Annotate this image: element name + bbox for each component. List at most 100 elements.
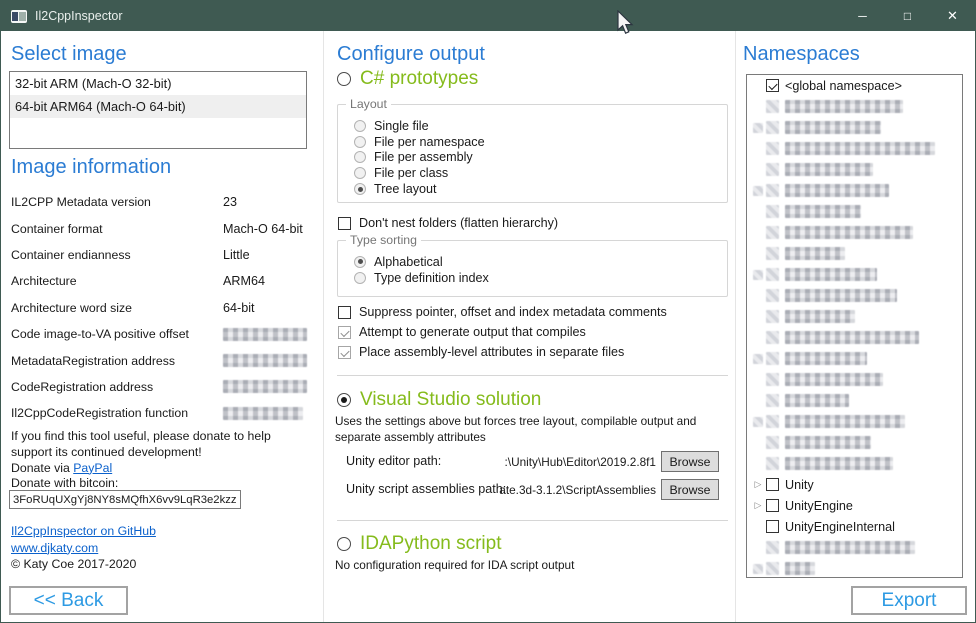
- namespace-item[interactable]: [747, 180, 962, 201]
- idapython-description: No configuration required for IDA script…: [335, 558, 574, 574]
- back-button[interactable]: << Back: [9, 586, 128, 615]
- radio-icon[interactable]: [337, 537, 351, 551]
- image-listbox[interactable]: 32-bit ARM (Mach-O 32-bit)64-bit ARM64 (…: [9, 71, 307, 149]
- namespace-checkbox-redacted: [766, 436, 779, 449]
- namespace-item[interactable]: [747, 390, 962, 411]
- namespace-item[interactable]: ▷UnityEngine: [747, 495, 962, 516]
- checkbox-icon[interactable]: [338, 306, 351, 319]
- type-sorting-groupbox: Type sorting AlphabeticalType definition…: [337, 240, 728, 297]
- namespace-label-redacted: [785, 247, 845, 260]
- namespace-checkbox[interactable]: [766, 499, 779, 512]
- flatten-checkbox-label: Don't nest folders (flatten hierarchy): [359, 216, 558, 230]
- namespace-item[interactable]: ▷ Unity: [747, 474, 962, 495]
- csharp-prototypes-radio-row[interactable]: C# prototypes: [337, 68, 478, 90]
- expander-redacted: [750, 354, 766, 364]
- website-link[interactable]: www.djkaty.com: [11, 541, 98, 555]
- image-info-row: Il2CppCodeRegistration function: [11, 400, 307, 426]
- output-option-checkbox-row[interactable]: Suppress pointer, offset and index metad…: [338, 302, 667, 322]
- namespace-item[interactable]: [747, 411, 962, 432]
- info-value-redacted: [223, 407, 303, 420]
- namespace-checkbox-redacted: [766, 205, 779, 218]
- radio-icon[interactable]: [354, 151, 366, 163]
- checkbox-icon[interactable]: [338, 346, 351, 359]
- info-value-redacted: [223, 354, 307, 367]
- info-label: Architecture word size: [11, 301, 223, 315]
- namespace-item[interactable]: UnityEngineInternal: [747, 516, 962, 537]
- expander-icon[interactable]: ▷: [750, 479, 766, 490]
- layout-option[interactable]: Single file: [354, 118, 727, 134]
- layout-option[interactable]: File per assembly: [354, 150, 727, 166]
- flatten-checkbox-row[interactable]: Don't nest folders (flatten hierarchy): [338, 213, 558, 233]
- expander-redacted: [750, 186, 766, 196]
- namespace-checkbox[interactable]: [766, 79, 779, 92]
- output-option-checkbox-row[interactable]: Place assembly-level attributes in separ…: [338, 342, 667, 362]
- radio-icon[interactable]: [354, 136, 366, 148]
- namespace-item[interactable]: [747, 327, 962, 348]
- visual-studio-radio-row[interactable]: Visual Studio solution: [337, 389, 541, 411]
- info-value-redacted: [223, 328, 307, 341]
- namespace-checkbox-redacted: [766, 457, 779, 470]
- radio-icon[interactable]: [337, 393, 351, 407]
- namespace-item[interactable]: [747, 138, 962, 159]
- unity-assemblies-path-value[interactable]: ate.3d-3.1.2\ScriptAssemblies: [496, 483, 656, 497]
- info-value: 64-bit: [223, 301, 255, 315]
- namespace-item[interactable]: [747, 117, 962, 138]
- namespace-item[interactable]: [747, 558, 962, 578]
- namespace-item[interactable]: [747, 285, 962, 306]
- namespace-item[interactable]: [747, 96, 962, 117]
- minimize-button[interactable]: ─: [840, 1, 885, 31]
- namespace-checkbox-redacted: [766, 289, 779, 302]
- type-sorting-option[interactable]: Type definition index: [354, 270, 727, 286]
- namespace-item[interactable]: [747, 306, 962, 327]
- namespace-item[interactable]: [747, 348, 962, 369]
- paypal-link[interactable]: PayPal: [73, 461, 112, 475]
- namespaces-tree[interactable]: <global namespace> ▷ Unity ▷UnityEngineUnit…: [746, 74, 963, 578]
- redacted-expander-block: [753, 417, 763, 427]
- radio-icon[interactable]: [354, 272, 366, 284]
- image-information-heading: Image information: [11, 156, 171, 179]
- bitcoin-address-input[interactable]: [9, 490, 241, 509]
- namespace-item[interactable]: [747, 201, 962, 222]
- radio-icon[interactable]: [337, 72, 351, 86]
- github-link[interactable]: Il2CppInspector on GitHub: [11, 524, 156, 538]
- layout-option[interactable]: Tree layout: [354, 181, 727, 197]
- radio-label: Alphabetical: [374, 255, 443, 269]
- namespace-item[interactable]: <global namespace>: [747, 75, 962, 96]
- namespace-checkbox[interactable]: [766, 478, 779, 491]
- radio-icon[interactable]: [354, 183, 366, 195]
- namespace-item[interactable]: [747, 159, 962, 180]
- radio-icon[interactable]: [354, 167, 366, 179]
- idapython-radio-row[interactable]: IDAPython script: [337, 533, 502, 555]
- radio-icon[interactable]: [354, 256, 366, 268]
- browse-editor-button[interactable]: Browse: [661, 451, 719, 472]
- image-info-table: IL2CPP Metadata version23Container forma…: [11, 189, 307, 427]
- radio-icon[interactable]: [354, 120, 366, 132]
- image-list-item[interactable]: 64-bit ARM64 (Mach-O 64-bit): [10, 95, 306, 118]
- close-button[interactable]: ✕: [930, 1, 975, 31]
- namespace-item[interactable]: [747, 537, 962, 558]
- app-icon: [11, 10, 27, 23]
- layout-option[interactable]: File per namespace: [354, 134, 727, 150]
- checkbox-icon[interactable]: [338, 326, 351, 339]
- namespace-item[interactable]: [747, 264, 962, 285]
- unity-editor-path-value[interactable]: :\Unity\Hub\Editor\2019.2.8f1: [496, 455, 656, 469]
- checkbox-label: Attempt to generate output that compiles: [359, 325, 586, 339]
- expander-icon[interactable]: ▷: [750, 500, 766, 511]
- namespace-item[interactable]: [747, 432, 962, 453]
- namespace-item[interactable]: [747, 243, 962, 264]
- image-list-item[interactable]: 32-bit ARM (Mach-O 32-bit): [10, 72, 306, 95]
- export-button[interactable]: Export: [851, 586, 967, 615]
- namespace-item[interactable]: [747, 369, 962, 390]
- output-option-checkbox-row[interactable]: Attempt to generate output that compiles: [338, 322, 667, 342]
- checkbox-icon[interactable]: [338, 217, 351, 230]
- namespace-item[interactable]: [747, 453, 962, 474]
- info-value: Little: [223, 248, 250, 262]
- type-sorting-option[interactable]: Alphabetical: [354, 254, 727, 270]
- layout-option[interactable]: File per class: [354, 165, 727, 181]
- namespace-checkbox[interactable]: [766, 520, 779, 533]
- browse-assemblies-button[interactable]: Browse: [661, 479, 719, 500]
- donation-text: If you find this tool useful, please don…: [11, 429, 271, 492]
- namespace-item[interactable]: [747, 222, 962, 243]
- namespace-label: Unity: [785, 478, 814, 492]
- maximize-button[interactable]: □: [885, 1, 930, 31]
